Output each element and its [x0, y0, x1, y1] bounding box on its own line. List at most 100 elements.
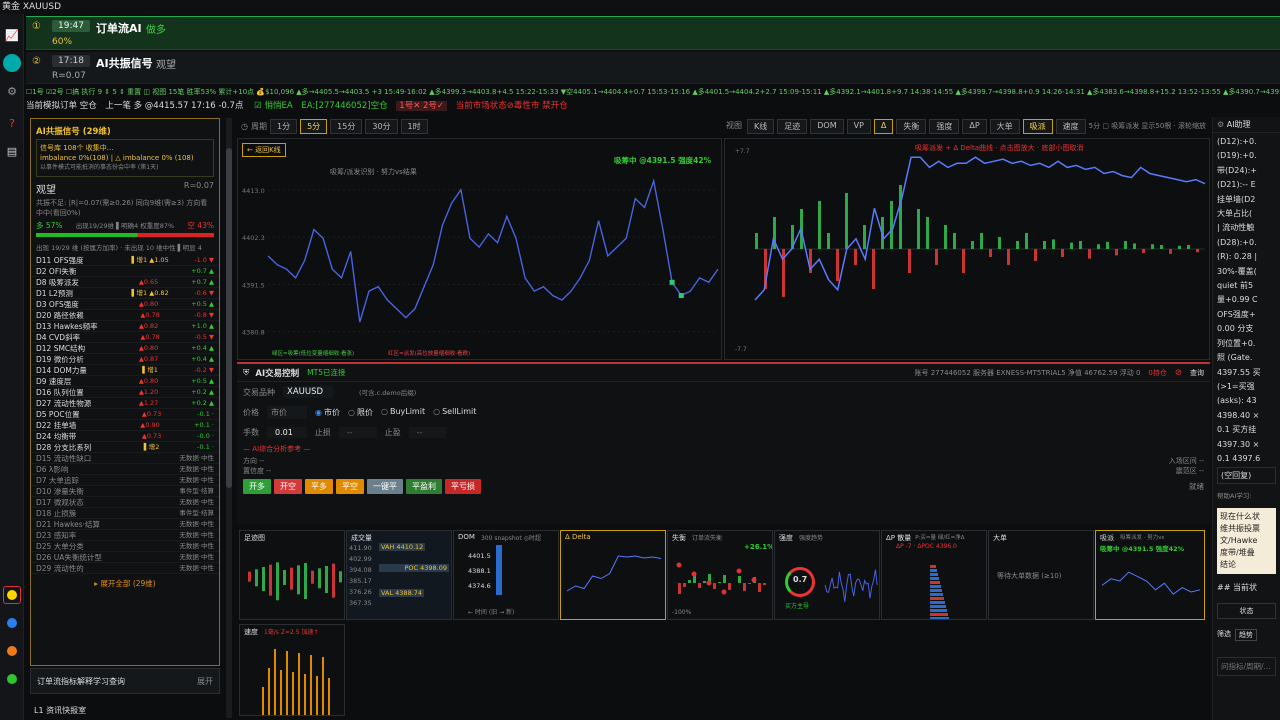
period-tab-1时[interactable]: 1时: [400, 118, 428, 134]
trade-button-开多[interactable]: 开多: [243, 479, 271, 494]
period-tab-5分[interactable]: 5分: [300, 118, 328, 134]
view-tab-Δ[interactable]: Δ: [873, 118, 894, 134]
dimension-row[interactable]: D10 渗量失衡 事件型·结算: [31, 486, 219, 497]
settings-icon[interactable]: ⚙: [1217, 120, 1224, 129]
stop-loss-input[interactable]: --: [338, 426, 377, 438]
trend-tab[interactable]: 趋势: [1235, 629, 1257, 641]
dimension-row[interactable]: D27 流动性物源 ▲1.27 +0.2 ▲: [31, 398, 219, 409]
clipboard-icon[interactable]: ▤: [3, 142, 21, 160]
gear-icon[interactable]: ⚙: [3, 82, 21, 100]
trade-button-平空[interactable]: 平空: [336, 479, 364, 494]
learning-query-bar[interactable]: 订单流指标解释学习查询 展开: [30, 668, 220, 694]
dimension-row[interactable]: D16 队列位置 ▲1.20 +0.2 ▲: [31, 387, 219, 398]
reply-mode-select[interactable]: (空回复): [1217, 467, 1276, 484]
dimension-row[interactable]: D29 流动性的 无数据·中性: [31, 563, 219, 574]
order-type-radio[interactable]: ○ 限价: [348, 407, 373, 418]
price-input[interactable]: 市价: [267, 405, 307, 419]
dimension-row[interactable]: D3 OFS强度 ▲0.80 +0.5 ▲: [31, 299, 219, 310]
dimension-row[interactable]: D17 微观状态 无数据·中性: [31, 497, 219, 508]
positions-count[interactable]: 0持仓: [1148, 368, 1166, 378]
assistant-input[interactable]: 问指标/周期/...: [1217, 657, 1276, 676]
view-tab-足迹[interactable]: 足迹: [777, 118, 808, 134]
dimension-row[interactable]: D6 λ影响 无数据·中性: [31, 464, 219, 475]
dimension-row[interactable]: D11 OFS强度 ▌增1 ▲1.05 -1.0 ▼: [31, 255, 219, 266]
period-tab-30分[interactable]: 30分: [365, 118, 398, 134]
view-tab-大单[interactable]: 大单: [989, 118, 1020, 134]
take-profit-input[interactable]: --: [408, 426, 447, 438]
dimension-row[interactable]: D12 SMC结构 ▲0.80 +0.4 ▲: [31, 343, 219, 354]
signal-row-2[interactable]: ② 17:18 AI共振信号 观望 R=0.07: [26, 52, 1280, 84]
view-tab-强度[interactable]: 强度: [929, 118, 960, 134]
view-tab-视图[interactable]: 视图: [724, 119, 744, 134]
view-tab-速度[interactable]: 速度: [1055, 118, 1086, 134]
signal-row-1[interactable]: ① 19:47 订单流AI 做多 60%: [26, 16, 1280, 50]
dimension-row[interactable]: D8 吸筹派发 ▲0.65 +0.7 ▲: [31, 277, 219, 288]
left-scrollbar[interactable]: [226, 118, 232, 718]
expand-all-link[interactable]: ▸ 展开全部 (29维): [31, 578, 219, 589]
delta-p-card[interactable]: ΔP 散量 P:买=量 绿/红=净Δ ΔP -7 · ΔPOC 4396.0: [881, 530, 987, 620]
ea-toggle[interactable]: ☑ 悄悄EA: [254, 101, 293, 111]
expand-button[interactable]: 展开: [197, 676, 213, 687]
view-tab-吸派[interactable]: 吸派: [1022, 118, 1053, 134]
dimension-row[interactable]: D1 L2预测 ▌增1 ▲0.82 -0.6 ▼: [31, 288, 219, 299]
slot-status[interactable]: 1号✕ 2号✓: [396, 101, 448, 111]
dimension-row[interactable]: D2 OFI失衡 +0.7 ▲: [31, 266, 219, 277]
filter-tab[interactable]: 筛选: [1217, 629, 1231, 641]
trade-button-平盈利[interactable]: 平盈利: [406, 479, 442, 494]
stop-icon[interactable]: ⊘: [1175, 368, 1182, 378]
green-dot-icon[interactable]: [7, 674, 17, 684]
dimension-row[interactable]: D24 均衡带 ▲0.73 -0.0 ·: [31, 431, 219, 442]
help-icon[interactable]: ?: [3, 114, 21, 132]
trade-button-一键平[interactable]: 一键平: [367, 479, 403, 494]
speed-card[interactable]: 速度 1毫/s Z=2.5 加速↑: [239, 624, 345, 716]
footprint-card[interactable]: 足迹图: [239, 530, 345, 620]
delta-card[interactable]: Δ Delta: [560, 530, 666, 620]
symbol-input[interactable]: XAUUSD: [283, 386, 334, 398]
dimension-row[interactable]: D7 大单追踪 无数据·中性: [31, 475, 219, 486]
view-tab-失衡[interactable]: 失衡: [896, 118, 927, 134]
trade-history-ticker[interactable]: ☐1号 ☑2号 ☐搞 执行 9 ⇕ 5 ⇕ 重置 ◫ 视图 15笔 胜率53% …: [26, 85, 1280, 99]
status-button[interactable]: 状态: [1217, 603, 1276, 619]
period-tab-1分[interactable]: 1分: [269, 118, 298, 134]
yellow-dot-icon[interactable]: [7, 590, 17, 600]
view-tab-K线[interactable]: K线: [746, 118, 775, 134]
strength-card[interactable]: 强度 强度趋势 0.7 买方主导: [774, 530, 880, 620]
blue-dot-icon[interactable]: [7, 618, 17, 628]
dimension-row[interactable]: D22 挂单墙 ▲0.90 +0.1 ·: [31, 420, 219, 431]
dimension-row[interactable]: D15 流动性缺口 无数据·中性: [31, 453, 219, 464]
dimension-row[interactable]: D5 POC位置 ▲0.73 -0.1 ·: [31, 409, 219, 420]
order-type-radio[interactable]: ○ SellLimit: [433, 407, 476, 418]
absorb-card[interactable]: 吸派 吸筹派发 · 努力vs 吸筹中 @4391.5 强度42%: [1095, 530, 1205, 620]
large-order-card[interactable]: 大单 等待大单数据 (≥10): [988, 530, 1094, 620]
quantity-input[interactable]: 0.01: [267, 426, 307, 438]
dimension-row[interactable]: D26 UA失衡统计型 无数据·中性: [31, 552, 219, 563]
dom-card[interactable]: DOM 300 snapshot ◎时超 4401.5 4388.1 4374.6 ←…: [453, 530, 559, 620]
dimension-row[interactable]: D18 止损簇 事件型·结算: [31, 508, 219, 519]
accumulation-chart[interactable]: ← 返回K线 吸筹/派发识别 · 努力vs结果 吸筹中 @4391.5 强度42…: [237, 138, 722, 360]
dimension-row[interactable]: D25 大单分类 无数据·中性: [31, 541, 219, 552]
dimension-row[interactable]: D23 感知率 无数据·中性: [31, 530, 219, 541]
dimension-row[interactable]: D20 路径依赖 ▲0.78 -0.8 ▼: [31, 310, 219, 321]
dimension-row[interactable]: D21 Hawkes·结算 无数据·中性: [31, 519, 219, 530]
chart-icon[interactable]: 📈: [3, 26, 21, 44]
imbalance-card[interactable]: 失衡 订单流失衡 +26.1% -100%: [667, 530, 773, 620]
view-tab-VP[interactable]: VP: [846, 118, 871, 134]
period-tab-15分[interactable]: 15分: [330, 118, 363, 134]
trade-button-平多[interactable]: 平多: [305, 479, 333, 494]
app-icon[interactable]: [3, 54, 21, 72]
order-type-radio[interactable]: ○ BuyLimit: [381, 407, 425, 418]
dimension-row[interactable]: D19 微价分析 ▲0.87 +0.4 ▲: [31, 354, 219, 365]
delta-chart[interactable]: 吸筹派发 + Δ Delta曲线 · 点击图放大 · 底部小图取消 +7.7 -7…: [724, 138, 1210, 360]
dimension-row[interactable]: D28 分支比系列 ▌增2 -0.1 ·: [31, 442, 219, 453]
view-tab-DOM[interactable]: DOM: [810, 118, 844, 134]
volume-card[interactable]: 成交量 411.90 402.99 394.08 385.17 376.26 367.35…: [346, 530, 452, 620]
orange-dot-icon[interactable]: [7, 646, 17, 656]
order-type-radio[interactable]: ◉ 市价: [315, 407, 340, 418]
trade-button-平亏损[interactable]: 平亏损: [445, 479, 481, 494]
dimension-row[interactable]: D14 DOM力量 ▌增1 -0.2 ▼: [31, 365, 219, 376]
query-button[interactable]: 查询: [1190, 368, 1204, 378]
view-tab-ΔP[interactable]: ΔP: [962, 118, 987, 134]
trade-button-开空[interactable]: 开空: [274, 479, 302, 494]
dimension-row[interactable]: D13 Hawkes频率 ▲0.82 +1.0 ▲: [31, 321, 219, 332]
dimension-row[interactable]: D9 速度层 ▲0.80 +0.5 ▲: [31, 376, 219, 387]
